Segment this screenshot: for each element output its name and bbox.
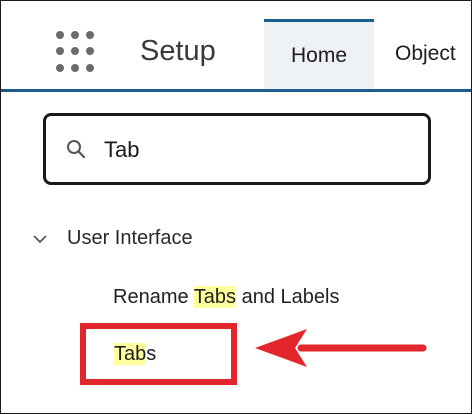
setup-panel: Setup Home Object Tab User Interface Ren…: [0, 0, 472, 414]
group-label: User Interface: [67, 227, 193, 249]
tree-group-user-interface[interactable]: User Interface: [31, 227, 193, 250]
app-launcher-icon[interactable]: [56, 31, 98, 73]
setup-header: Setup Home Object: [1, 1, 471, 92]
item-text-part: Rename: [113, 286, 194, 308]
item-text-part: and Labels: [236, 286, 340, 308]
tree-item-rename-tabs-and-labels[interactable]: Rename Tabs and Labels: [113, 286, 339, 309]
tab-home-label: Home: [290, 43, 348, 67]
annotation-arrow-icon: [255, 329, 427, 367]
page-title: Setup: [140, 35, 216, 67]
search-match-highlight: Tabs: [193, 286, 237, 308]
tab-object-label: Object: [395, 42, 456, 65]
chevron-down-icon[interactable]: [31, 230, 49, 248]
search-icon: [67, 140, 86, 159]
annotation-highlight-box: [80, 323, 237, 385]
tab-object-manager[interactable]: Object: [381, 19, 471, 89]
search-value: Tab: [104, 137, 140, 162]
quick-find-search-input[interactable]: Tab: [43, 113, 431, 185]
tab-home[interactable]: Home: [264, 19, 374, 89]
